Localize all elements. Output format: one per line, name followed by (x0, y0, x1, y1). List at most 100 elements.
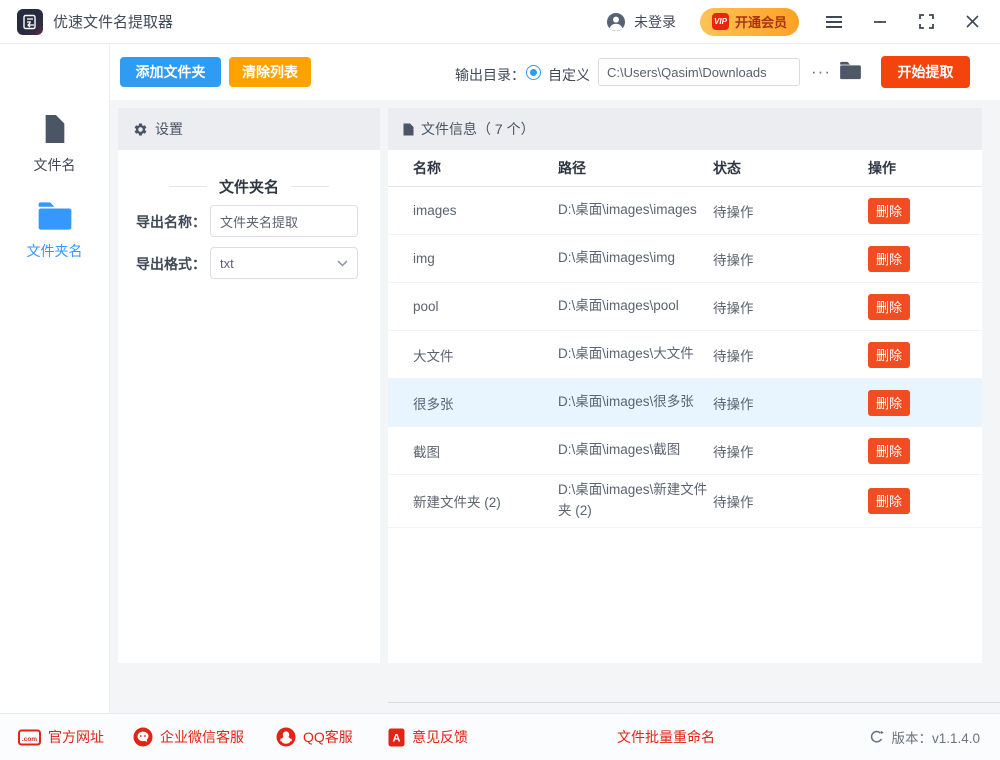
footer-link-wechat[interactable]: 企业微信客服 (133, 714, 244, 760)
table-row[interactable]: imgD:\桌面\images\img待操作删除 (388, 235, 982, 283)
footer-link-label: 企业微信客服 (160, 727, 244, 747)
delete-button[interactable]: 删除 (868, 294, 910, 320)
footer-link-feedback[interactable]: A 意见反馈 (388, 714, 468, 760)
row-status: 待操作 (713, 201, 868, 221)
browse-more-button[interactable]: ··· (806, 58, 836, 86)
row-actions: 删除 (868, 246, 982, 272)
sidebar-item-filename[interactable]: 文件名 (0, 113, 109, 175)
user-avatar-icon (606, 12, 626, 32)
add-folder-button[interactable]: 添加文件夹 (120, 57, 221, 87)
column-header: 操作 (868, 158, 982, 178)
version-label: 版本：v1.1.4.0 (891, 727, 980, 747)
column-header: 路径 (558, 158, 713, 178)
maximize-button[interactable] (915, 11, 937, 33)
export-name-label: 导出名称： (136, 212, 206, 232)
row-actions: 删除 (868, 488, 982, 514)
row-status: 待操作 (713, 491, 868, 511)
row-name: images (413, 203, 558, 218)
row-name: 大文件 (413, 345, 558, 365)
delete-button[interactable]: 删除 (868, 390, 910, 416)
app-title: 优速文件名提取器 (53, 11, 173, 32)
table-row[interactable]: imagesD:\桌面\images\images待操作删除 (388, 187, 982, 235)
feedback-icon: A (388, 728, 405, 747)
settings-panel-header: 设置 (118, 108, 380, 150)
row-actions: 删除 (868, 198, 982, 224)
output-dir-label: 输出目录： (455, 65, 525, 85)
row-actions: 删除 (868, 438, 982, 464)
footer-link-qq[interactable]: QQ客服 (276, 714, 353, 760)
clear-list-button[interactable]: 清除列表 (229, 57, 311, 87)
sidebar-item-foldername[interactable]: 文件夹名 (0, 201, 109, 261)
row-path: D:\桌面\images\新建文件夹 (2) (558, 475, 708, 527)
gear-icon (133, 122, 148, 137)
svg-text:A: A (393, 732, 401, 744)
delete-button[interactable]: 删除 (868, 246, 910, 272)
row-status: 待操作 (713, 393, 868, 413)
table-row[interactable]: 大文件D:\桌面\images\大文件待操作删除 (388, 331, 982, 379)
row-path: D:\桌面\images\img (558, 243, 708, 274)
export-format-label: 导出格式： (136, 254, 206, 274)
footer-link-label: 意见反馈 (412, 727, 468, 747)
row-actions: 删除 (868, 294, 982, 320)
footer-link-batch-rename[interactable]: 文件批量重命名 (617, 714, 715, 760)
app-logo-icon (17, 9, 43, 35)
row-path: D:\桌面\images\大文件 (558, 339, 708, 370)
chevron-down-icon (337, 260, 348, 267)
com-icon: .com (18, 729, 41, 746)
row-actions: 删除 (868, 342, 982, 368)
vip-button-label: 开通会员 (735, 12, 787, 31)
row-status: 待操作 (713, 249, 868, 269)
output-path-input[interactable] (598, 58, 800, 86)
delete-button[interactable]: 删除 (868, 488, 910, 514)
app-window: 优速文件名提取器 未登录 VIP 开通会员 (0, 0, 1000, 760)
qq-icon (276, 727, 296, 747)
row-name: img (413, 251, 558, 266)
file-info-header-label: 文件信息（ 7 个） (421, 119, 535, 139)
footer-link-label: QQ客服 (303, 727, 353, 747)
file-info-panel-header: 文件信息（ 7 个） (388, 108, 982, 150)
delete-button[interactable]: 删除 (868, 342, 910, 368)
table-row[interactable]: 很多张D:\桌面\images\很多张待操作删除 (388, 379, 982, 427)
minimize-button[interactable] (869, 11, 891, 33)
row-path: D:\桌面\images\很多张 (558, 387, 708, 418)
table-area-divider (388, 702, 1000, 703)
delete-button[interactable]: 删除 (868, 438, 910, 464)
custom-radio-label[interactable]: 自定义 (548, 65, 590, 85)
svg-text:.com: .com (22, 735, 37, 742)
row-status: 待操作 (713, 441, 868, 461)
file-icon (39, 113, 71, 150)
open-folder-button[interactable] (838, 60, 862, 84)
row-path: D:\桌面\images\images (558, 195, 708, 226)
titlebar-right: 未登录 VIP 开通会员 (606, 8, 983, 36)
login-status: 未登录 (634, 12, 676, 32)
row-status: 待操作 (713, 297, 868, 317)
refresh-icon[interactable] (869, 730, 884, 745)
close-button[interactable] (961, 11, 983, 33)
sidebar-item-label: 文件名 (0, 155, 109, 175)
column-header: 名称 (413, 158, 558, 178)
vip-button[interactable]: VIP 开通会员 (700, 8, 799, 36)
file-info-panel: 文件信息（ 7 个） 名称路径状态操作 imagesD:\桌面\images\i… (388, 108, 982, 663)
main-area: 设置 文件夹名 导出名称： 导出格式： txt (110, 100, 1000, 713)
footer: .com 官方网址 企业微信客服 (0, 713, 1000, 760)
row-actions: 删除 (868, 390, 982, 416)
export-format-select[interactable]: txt (210, 247, 358, 279)
version-info: 版本：v1.1.4.0 (869, 714, 980, 760)
user-account[interactable]: 未登录 (606, 12, 676, 32)
custom-radio[interactable] (526, 65, 541, 80)
menu-icon[interactable] (823, 11, 845, 33)
settings-header-label: 设置 (155, 119, 183, 139)
delete-button[interactable]: 删除 (868, 198, 910, 224)
sidebar-item-label: 文件夹名 (0, 241, 109, 261)
table-row[interactable]: 截图D:\桌面\images\截图待操作删除 (388, 427, 982, 475)
footer-link-label: 官方网址 (48, 727, 104, 747)
start-extract-button[interactable]: 开始提取 (881, 56, 970, 88)
export-name-input[interactable] (210, 205, 358, 237)
footer-link-website[interactable]: .com 官方网址 (18, 714, 104, 760)
wechat-icon (133, 727, 153, 747)
table-row[interactable]: poolD:\桌面\images\pool待操作删除 (388, 283, 982, 331)
document-icon (403, 123, 414, 136)
table-row[interactable]: 新建文件夹 (2)D:\桌面\images\新建文件夹 (2)待操作删除 (388, 475, 982, 528)
table-header-row: 名称路径状态操作 (388, 150, 982, 187)
vip-icon: VIP (712, 13, 729, 30)
